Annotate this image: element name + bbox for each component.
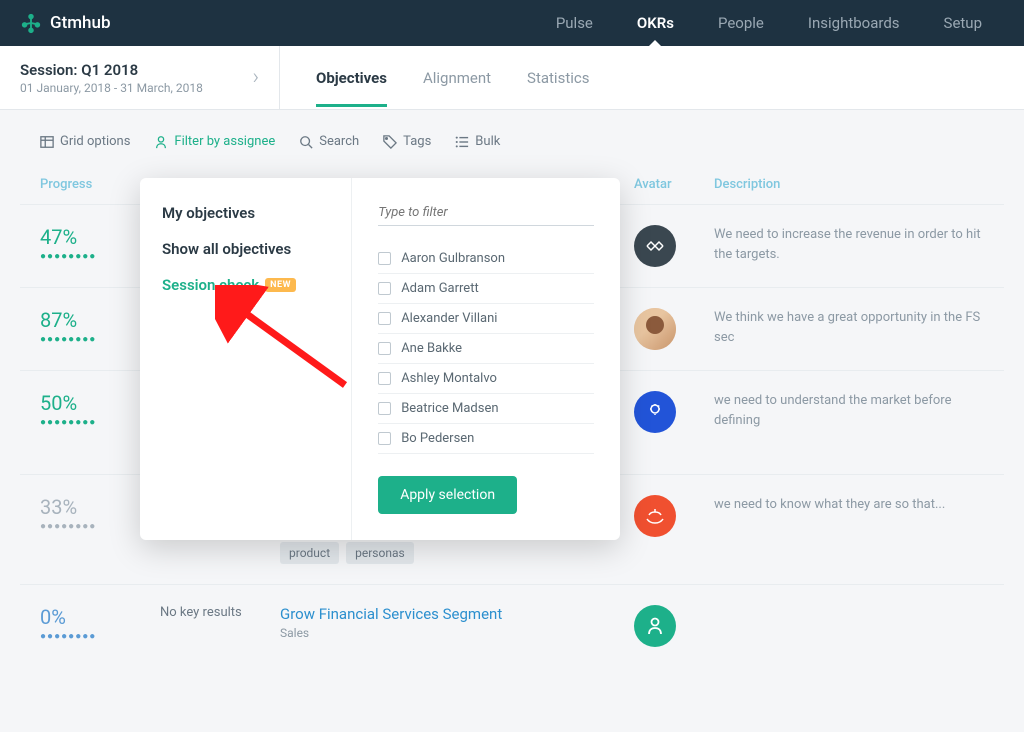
checkbox[interactable] — [378, 252, 391, 265]
person-item[interactable]: Adam Garrett — [378, 274, 594, 304]
option-show-all[interactable]: Show all objectives — [162, 240, 329, 258]
nav-setup[interactable]: Setup — [922, 0, 1004, 46]
person-icon — [154, 135, 168, 149]
person-item[interactable]: Alexander Villani — [378, 304, 594, 334]
person-item[interactable]: Ane Bakke — [378, 334, 594, 364]
tab-statistics[interactable]: Statistics — [527, 49, 589, 107]
session-dates: 01 January, 2018 - 31 March, 2018 — [20, 81, 203, 95]
filter-dropdown: My objectives Show all objectives Sessio… — [140, 178, 620, 540]
list-icon — [455, 135, 469, 149]
checkbox[interactable] — [378, 342, 391, 355]
person-item[interactable]: Aaron Gulbranson — [378, 244, 594, 274]
bulk-button[interactable]: Bulk — [455, 134, 500, 149]
tab-objectives[interactable]: Objectives — [316, 49, 387, 107]
description-text: We think we have a great opportunity in … — [714, 308, 984, 347]
objective-subtitle: Sales — [280, 626, 634, 640]
brand-name: Gtmhub — [50, 13, 111, 33]
option-my-objectives[interactable]: My objectives — [162, 204, 329, 222]
person-item[interactable]: Beatrice Madsen — [378, 394, 594, 424]
session-check-label: Session check — [162, 276, 259, 294]
checkbox[interactable] — [378, 282, 391, 295]
description-text: We need to increase the revenue in order… — [714, 225, 984, 264]
logo[interactable]: Gtmhub — [20, 12, 111, 34]
avatar[interactable] — [634, 495, 676, 537]
progress-dots: ●●●●●●●● — [40, 631, 160, 642]
key-results-count: No key results — [160, 605, 280, 620]
search-label: Search — [319, 134, 359, 149]
table-row: 0% ●●●●●●●●No key resultsGrow Financial S… — [20, 584, 1004, 667]
header-description: Description — [714, 177, 984, 192]
person-name: Adam Garrett — [401, 281, 479, 296]
grid-label: Grid options — [60, 134, 130, 149]
tags-label: Tags — [403, 134, 431, 149]
person-item[interactable]: Ashley Montalvo — [378, 364, 594, 394]
person-name: Alexander Villani — [401, 311, 497, 326]
checkbox[interactable] — [378, 432, 391, 445]
person-item[interactable]: Bo Pedersen — [378, 424, 594, 454]
description-text: we need to understand the market before … — [714, 391, 984, 430]
person-name: Ane Bakke — [401, 341, 462, 356]
header-avatar: Avatar — [634, 177, 714, 192]
nav-insightboards[interactable]: Insightboards — [786, 0, 922, 46]
toolbar: Grid options Filter by assignee Search T… — [0, 110, 1024, 165]
tags: product personas — [280, 542, 634, 564]
dropdown-options: My objectives Show all objectives Sessio… — [140, 178, 351, 540]
filter-assignee-button[interactable]: Filter by assignee — [154, 134, 275, 149]
search-icon — [299, 135, 313, 149]
bulk-label: Bulk — [475, 134, 500, 149]
avatar[interactable] — [634, 225, 676, 267]
person-name: Bo Pedersen — [401, 431, 474, 446]
grid-options-button[interactable]: Grid options — [40, 134, 130, 149]
tag-icon — [383, 135, 397, 149]
person-name: Aaron Gulbranson — [401, 251, 505, 266]
avatar[interactable] — [634, 391, 676, 433]
nav-okrs[interactable]: OKRs — [615, 0, 696, 46]
tab-alignment[interactable]: Alignment — [423, 49, 491, 107]
grid-icon — [40, 135, 54, 149]
search-button[interactable]: Search — [299, 134, 359, 149]
tags-button[interactable]: Tags — [383, 134, 431, 149]
avatar[interactable] — [634, 308, 676, 350]
top-nav: Gtmhub Pulse OKRs People Insightboards S… — [0, 0, 1024, 46]
filter-input[interactable] — [378, 200, 594, 226]
logo-icon — [20, 12, 42, 34]
objective-title[interactable]: Grow Financial Services Segment — [280, 605, 634, 623]
checkbox[interactable] — [378, 312, 391, 325]
checkbox[interactable] — [378, 402, 391, 415]
chevron-right-icon: › — [252, 65, 259, 90]
description-text: we need to know what they are so that... — [714, 495, 984, 515]
person-name: Beatrice Madsen — [401, 401, 498, 416]
tag[interactable]: personas — [346, 542, 414, 564]
nav-pulse[interactable]: Pulse — [534, 0, 615, 46]
tag[interactable]: product — [280, 542, 339, 564]
filter-label: Filter by assignee — [174, 134, 275, 149]
session-title: Session: Q1 2018 — [20, 61, 203, 79]
people-list: Aaron Gulbranson Adam Garrett Alexander Vi… — [378, 244, 594, 454]
avatar[interactable] — [634, 605, 676, 647]
person-name: Ashley Montalvo — [401, 371, 497, 386]
session-selector[interactable]: Session: Q1 2018 01 January, 2018 - 31 M… — [0, 46, 280, 109]
apply-selection-button[interactable]: Apply selection — [378, 476, 517, 514]
dropdown-filter-panel: Aaron Gulbranson Adam Garrett Alexander Vi… — [351, 178, 620, 540]
progress-value: 0% — [40, 605, 160, 629]
checkbox[interactable] — [378, 372, 391, 385]
subbar: Session: Q1 2018 01 January, 2018 - 31 M… — [0, 46, 1024, 110]
tabs: Objectives Alignment Statistics — [280, 46, 589, 109]
option-session-check[interactable]: Session check NEW — [162, 276, 329, 294]
nav-people[interactable]: People — [696, 0, 786, 46]
new-badge: NEW — [265, 278, 296, 292]
